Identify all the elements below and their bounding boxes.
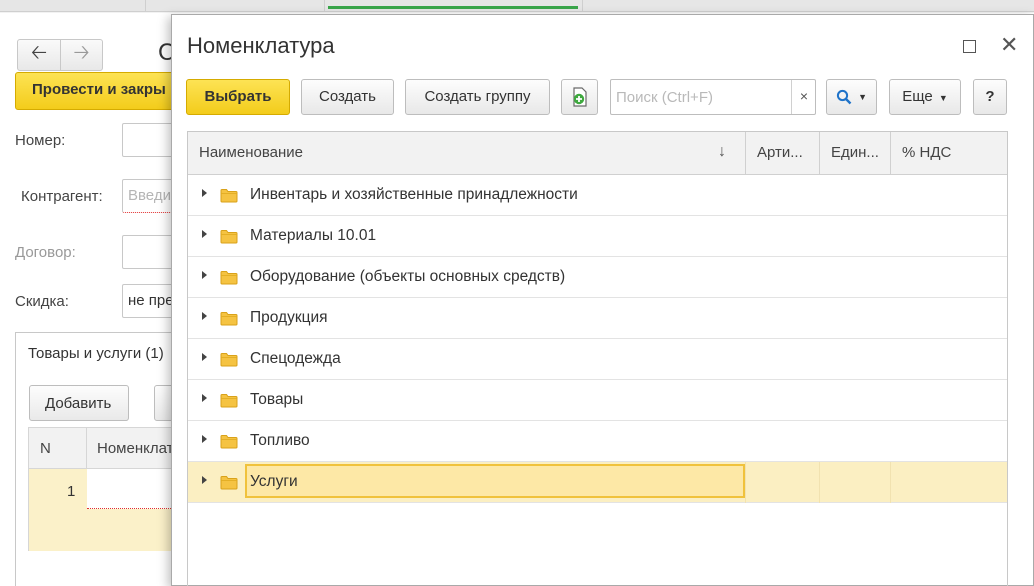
tab-divider bbox=[582, 0, 583, 12]
expand-arrow-icon[interactable] bbox=[202, 476, 207, 484]
expand-arrow-icon[interactable] bbox=[202, 353, 207, 361]
search-field[interactable]: × bbox=[610, 79, 816, 115]
row-name: Инвентарь и хозяйственные принадлежности bbox=[250, 186, 578, 203]
more-button-label: Еще bbox=[902, 88, 933, 105]
table-row[interactable]: Материалы 10.01 bbox=[188, 216, 1007, 257]
navigation-buttons: 🡠 🡢 bbox=[17, 39, 103, 71]
contract-label: Договор: bbox=[15, 244, 76, 261]
table-row[interactable]: 1 bbox=[28, 469, 187, 551]
folder-icon bbox=[220, 394, 238, 408]
row-name: Спецодежда bbox=[250, 350, 341, 367]
goods-services-tab-panel: Товары и услуги (1) Добавить N Номенклат… bbox=[15, 332, 194, 586]
more-button[interactable]: Еще ▼ bbox=[889, 79, 961, 115]
column-name[interactable]: Наименование bbox=[188, 132, 745, 174]
copy-add-button[interactable] bbox=[561, 79, 598, 115]
add-row-button[interactable]: Добавить bbox=[29, 385, 129, 421]
table-row[interactable]: Товары bbox=[188, 380, 1007, 421]
column-divider bbox=[819, 462, 820, 503]
row-name: Продукция bbox=[250, 309, 328, 326]
column-article[interactable]: Арти... bbox=[745, 132, 819, 174]
expand-arrow-icon[interactable] bbox=[202, 312, 207, 320]
folder-icon bbox=[220, 189, 238, 203]
post-and-close-button[interactable]: Провести и закры bbox=[15, 72, 185, 110]
nomenclature-table: Наименование ↓ Арти... Един... % НДС Инв… bbox=[187, 131, 1008, 586]
table-row[interactable]: Оборудование (объекты основных средств) bbox=[188, 257, 1007, 298]
column-divider bbox=[745, 462, 746, 503]
column-nomenclature[interactable]: Номенклат bbox=[97, 440, 173, 457]
tab-divider bbox=[324, 0, 325, 12]
add-document-icon bbox=[572, 87, 587, 107]
folder-icon bbox=[220, 435, 238, 449]
column-divider bbox=[86, 428, 87, 468]
sort-descending-icon[interactable]: ↓ bbox=[718, 132, 726, 172]
row-number: 1 bbox=[67, 483, 76, 500]
counterparty-placeholder: Введи bbox=[128, 187, 171, 204]
help-button[interactable]: ? bbox=[973, 79, 1007, 115]
row-name: Товары bbox=[250, 391, 304, 408]
column-n[interactable]: N bbox=[40, 440, 51, 457]
number-label: Номер: bbox=[15, 132, 66, 149]
folder-icon bbox=[220, 230, 238, 244]
column-unit[interactable]: Един... bbox=[819, 132, 890, 174]
maximize-icon[interactable] bbox=[963, 40, 976, 53]
discount-value: не пре bbox=[128, 292, 174, 309]
folder-icon bbox=[220, 353, 238, 367]
select-button[interactable]: Выбрать bbox=[186, 79, 290, 115]
folder-icon bbox=[220, 312, 238, 326]
nomenclature-dialog: Номенклатура ✕ Выбрать Создать Создать г… bbox=[171, 14, 1034, 586]
create-button[interactable]: Создать bbox=[301, 79, 394, 115]
row-name: Оборудование (объекты основных средств) bbox=[250, 268, 566, 285]
table-row[interactable]: Топливо bbox=[188, 421, 1007, 462]
column-vat[interactable]: % НДС bbox=[890, 132, 1007, 174]
chevron-down-icon: ▼ bbox=[938, 93, 948, 103]
expand-arrow-icon[interactable] bbox=[202, 394, 207, 402]
tab-goods-services[interactable]: Товары и услуги (1) bbox=[28, 345, 164, 362]
row-name: Топливо bbox=[250, 432, 310, 449]
expand-arrow-icon[interactable] bbox=[202, 435, 207, 443]
folder-icon bbox=[220, 476, 238, 490]
table-row[interactable]: Услуги bbox=[188, 462, 1007, 503]
expand-arrow-icon[interactable] bbox=[202, 271, 207, 279]
expand-arrow-icon[interactable] bbox=[202, 230, 207, 238]
app-tab-bar bbox=[0, 0, 1034, 12]
dialog-title: Номенклатура bbox=[187, 33, 335, 58]
close-icon[interactable]: ✕ bbox=[1000, 32, 1018, 58]
goods-grid-header: N Номенклат bbox=[28, 427, 178, 469]
active-tab-indicator[interactable] bbox=[328, 6, 578, 9]
search-clear-button[interactable]: × bbox=[791, 80, 816, 114]
counterparty-label: Контрагент: bbox=[21, 188, 103, 205]
folder-icon bbox=[220, 271, 238, 285]
forward-arrow-icon[interactable]: 🡢 bbox=[59, 40, 102, 70]
discount-label: Скидка: bbox=[15, 293, 69, 310]
row-name: Материалы 10.01 bbox=[250, 227, 377, 244]
table-row[interactable]: Инвентарь и хозяйственные принадлежности bbox=[188, 175, 1007, 216]
search-options-button[interactable]: ▼ bbox=[826, 79, 877, 115]
table-header: Наименование ↓ Арти... Един... % НДС bbox=[188, 132, 1007, 175]
focused-cell[interactable] bbox=[245, 464, 745, 498]
expand-arrow-icon[interactable] bbox=[202, 189, 207, 197]
search-icon bbox=[836, 89, 852, 105]
create-group-button[interactable]: Создать группу bbox=[405, 79, 550, 115]
row-name: Услуги bbox=[250, 473, 298, 490]
table-row[interactable]: Продукция bbox=[188, 298, 1007, 339]
tab-divider bbox=[145, 0, 146, 12]
column-divider bbox=[890, 462, 891, 503]
back-arrow-icon[interactable]: 🡠 bbox=[18, 40, 60, 70]
table-row[interactable]: Спецодежда bbox=[188, 339, 1007, 380]
search-input[interactable] bbox=[611, 80, 791, 114]
chevron-down-icon: ▼ bbox=[858, 92, 868, 102]
